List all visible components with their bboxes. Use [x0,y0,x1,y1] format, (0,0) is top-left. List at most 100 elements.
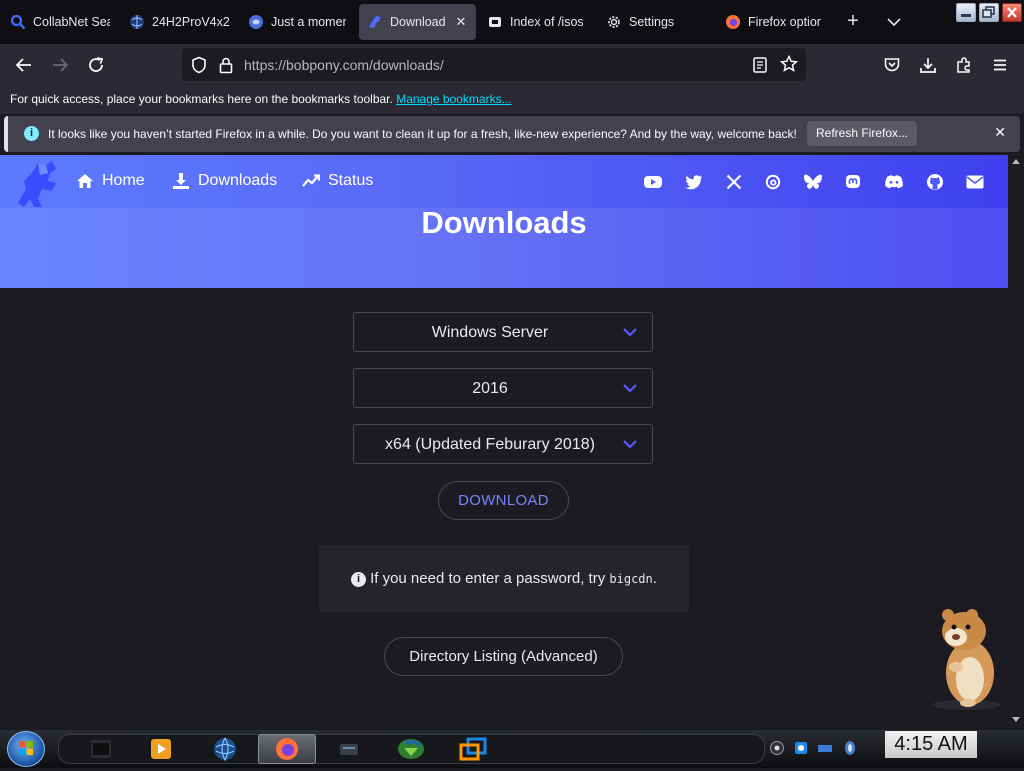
product-select-value: Windows Server [431,324,549,341]
nav-label: Status [328,172,374,189]
list-all-tabs-icon[interactable] [884,12,904,32]
firefox-globe-icon [248,14,264,30]
terminal-app-icon[interactable] [72,734,130,764]
extensions-icon[interactable] [952,53,976,77]
tab-24h2[interactable]: 24H2ProV4x2 [129,4,234,40]
password-code: bigcdn [609,572,653,586]
hamster-mascot-image [926,607,1006,711]
info-icon: i [24,126,39,141]
build-select[interactable]: x64 (Updated Feburary 2018) [353,424,653,464]
password-hint-text: If you need to enter a password, try [370,570,606,587]
restore-button[interactable] [979,3,999,22]
url-text[interactable]: https://bobpony.com/downloads/ [244,57,444,73]
tab-title: Download [390,15,446,29]
globe-app-icon[interactable] [196,734,254,764]
chevron-down-icon [622,437,638,455]
tray-volume-icon[interactable] [842,740,858,756]
reader-view-icon[interactable] [752,56,768,79]
trending-up-icon [302,172,320,190]
reload-icon[interactable] [84,53,108,77]
x-icon[interactable] [724,172,744,192]
bookmarks-hint: For quick access, place your bookmarks h… [10,92,393,106]
start-button-windows-icon[interactable] [7,731,45,767]
mail-icon[interactable] [965,172,985,192]
page-title: Downloads [421,205,587,240]
bobpony-logo[interactable] [12,159,64,211]
build-select-value: x64 (Updated Feburary 2018) [385,436,595,453]
directory-listing-button[interactable]: Directory Listing (Advanced) [384,637,623,676]
twitter-icon[interactable] [684,172,704,192]
close-tab-icon[interactable]: ✕ [452,13,470,31]
taskbar: 4:15 AM [0,730,1024,768]
version-select-value: 2016 [472,380,508,397]
lock-icon[interactable] [218,56,234,79]
globe-icon [129,14,145,30]
apache-icon [487,14,503,30]
close-window-button[interactable] [1002,3,1022,22]
tab-title: Just a momen [271,15,346,29]
tab-index-of-isos[interactable]: Index of /isos/ [487,4,583,40]
back-arrow-icon[interactable] [12,53,36,77]
download-icon [172,172,190,190]
nav-label: Home [102,172,145,189]
forward-arrow-icon[interactable] [48,53,72,77]
site-header: Home Downloads Status Downloads [0,155,1008,288]
bluesky-icon[interactable] [803,172,823,192]
tray-app-icon[interactable] [793,740,809,756]
tab-download[interactable]: Download ✕ [359,4,476,40]
mastodon-icon[interactable] [843,172,863,192]
github-icon[interactable] [925,172,945,192]
tab-collabnet[interactable]: CollabNet Sea [10,4,110,40]
menu-hamburger-icon[interactable] [988,53,1012,77]
new-tab-button[interactable]: + [842,10,864,32]
tray-network-icon[interactable] [817,740,833,756]
nav-home[interactable]: Home [76,172,145,190]
bookmarks-toolbar: For quick access, place your bookmarks h… [0,86,1024,114]
notification-message: It looks like you haven’t started Firefo… [48,127,797,141]
network-app-icon[interactable] [320,734,378,764]
tab-strip: CollabNet Sea 24H2ProV4x2 Just a momen D… [0,0,1024,44]
firefox-taskbar-icon[interactable] [258,734,316,764]
discord-icon[interactable] [884,172,904,192]
home-icon [76,172,94,190]
navigation-toolbar: https://bobpony.com/downloads/ [0,44,1024,86]
tab-firefox-options[interactable]: Firefox option [725,4,821,40]
tab-title: CollabNet Sea [33,15,110,29]
gear-icon [606,14,622,30]
version-select[interactable]: 2016 [353,368,653,408]
bobpony-icon [367,14,383,30]
page-scrollbar[interactable] [1008,155,1024,730]
tab-title: Settings [629,15,675,29]
refresh-firefox-notification: i It looks like you haven’t started Fire… [4,116,1020,152]
tab-settings[interactable]: Settings [606,4,696,40]
product-select[interactable]: Windows Server [353,312,653,352]
taskbar-clock[interactable]: 4:15 AM [885,731,977,758]
manage-bookmarks-link[interactable]: Manage bookmarks... [396,92,511,106]
page-content: Home Downloads Status Downloads Windows … [0,155,1008,730]
refresh-firefox-button[interactable]: Refresh Firefox... [807,121,917,146]
download-manager-icon[interactable] [382,734,440,764]
tray-record-icon[interactable] [769,740,785,756]
download-button[interactable]: DOWNLOAD [438,481,569,520]
nav-status[interactable]: Status [302,172,373,190]
bookmark-star-icon[interactable] [779,54,799,78]
minimize-button[interactable] [956,3,976,22]
window-switcher-icon[interactable] [444,734,502,764]
tab-title: Index of /isos/ [510,15,583,29]
tab-just-a-moment[interactable]: Just a momen [248,4,346,40]
downloads-icon[interactable] [916,53,940,77]
magnifier-icon [10,14,26,30]
close-notification-icon[interactable]: ✕ [994,124,1006,141]
tab-title: Firefox option [748,15,821,29]
password-hint-end: . [652,570,657,587]
address-bar[interactable]: https://bobpony.com/downloads/ [182,48,806,81]
pocket-icon[interactable] [880,53,904,77]
youtube-icon[interactable] [643,172,663,192]
media-player-icon[interactable] [132,734,190,764]
password-hint: i If you need to enter a password, try bi… [319,570,689,587]
threads-icon[interactable] [763,172,783,192]
shield-icon[interactable] [190,56,208,79]
tab-title: 24H2ProV4x2 [152,15,230,29]
chevron-down-icon [622,325,638,343]
nav-downloads[interactable]: Downloads [172,172,277,190]
